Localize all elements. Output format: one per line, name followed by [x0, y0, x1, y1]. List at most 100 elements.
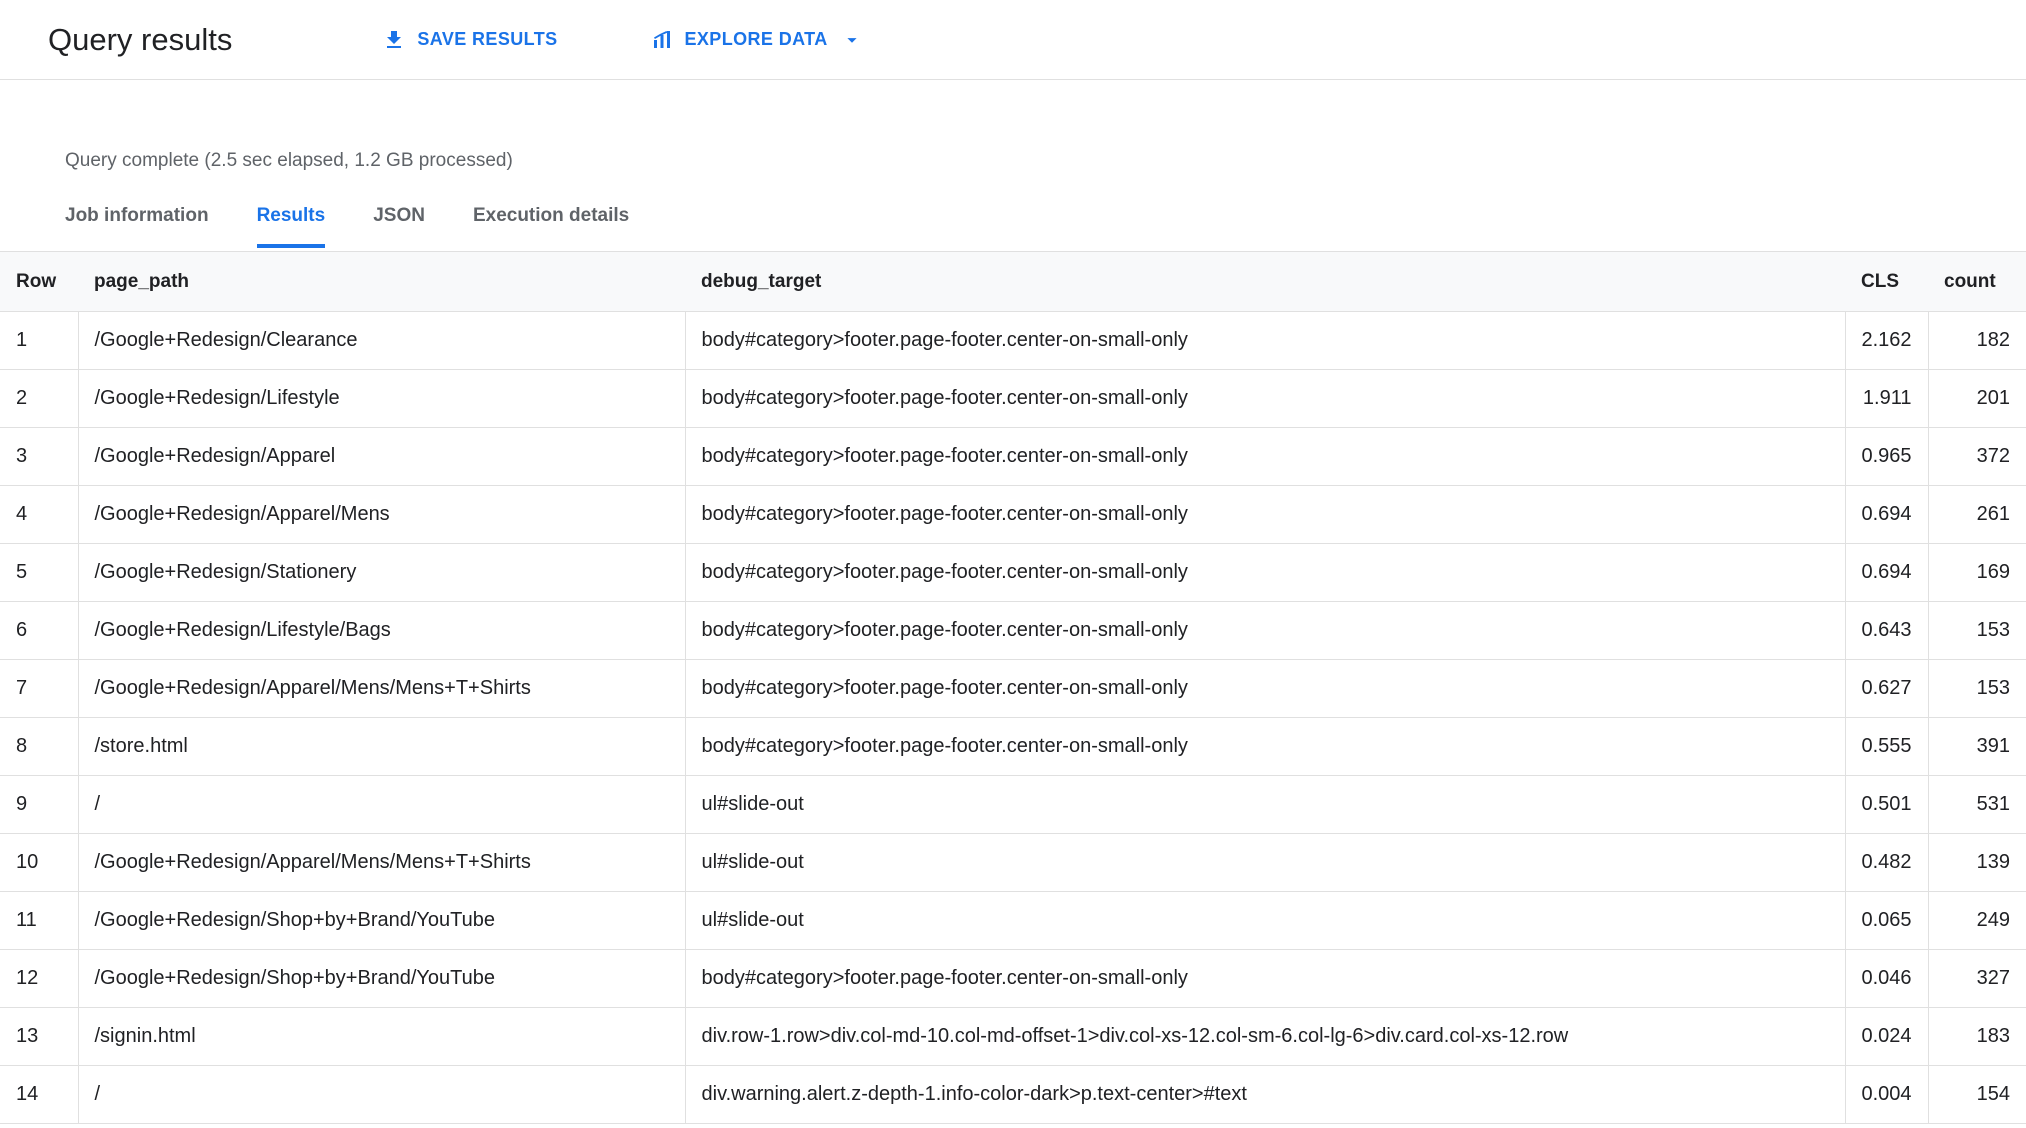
cell-count: 154 — [1928, 1065, 2026, 1124]
results-table-body: 1/Google+Redesign/Clearance body#category… — [0, 311, 2026, 1124]
cell-cls: 0.965 — [1845, 427, 1929, 486]
cell-page-path: /Google+Redesign/Shop+by+Brand/YouTube — [78, 891, 686, 950]
cell-row-number: 12 — [0, 949, 79, 1008]
cell-cls: 0.501 — [1845, 775, 1929, 834]
cell-row-number: 14 — [0, 1065, 79, 1124]
cell-page-path: /Google+Redesign/Stationery — [78, 543, 686, 602]
table-row: 3/Google+Redesign/Apparel body#category>f… — [0, 427, 2026, 486]
table-row: 8/store.html body#category>footer.page-fo… — [0, 717, 2026, 776]
cell-debug-target: body#category>footer.page-footer.center-… — [685, 717, 1846, 776]
explore-data-button[interactable]: EXPLORE DATA — [650, 28, 863, 52]
cell-row-number: 6 — [0, 601, 79, 660]
cell-page-path: /Google+Redesign/Apparel/Mens — [78, 485, 686, 544]
download-icon — [382, 28, 406, 52]
cell-count: 183 — [1928, 1007, 2026, 1066]
cell-debug-target: body#category>footer.page-footer.center-… — [685, 427, 1846, 486]
table-row: 9/ul#slide-out 0.501 531 — [0, 775, 2026, 834]
cell-debug-target: body#category>footer.page-footer.center-… — [685, 485, 1846, 544]
cell-count: 139 — [1928, 833, 2026, 892]
column-header-page-path: page_path — [78, 251, 685, 312]
tab-execution-details[interactable]: Execution details — [473, 205, 629, 248]
table-row: 10/Google+Redesign/Apparel/Mens/Mens+T+S… — [0, 833, 2026, 892]
table-row: 2/Google+Redesign/Lifestyle body#category… — [0, 369, 2026, 428]
cell-debug-target: div.warning.alert.z-depth-1.info-color-d… — [685, 1065, 1846, 1124]
cell-cls: 0.004 — [1845, 1065, 1929, 1124]
cell-page-path: / — [78, 1065, 686, 1124]
cell-cls: 0.024 — [1845, 1007, 1929, 1066]
explore-data-label: EXPLORE DATA — [684, 29, 828, 49]
cell-debug-target: body#category>footer.page-footer.center-… — [685, 601, 1846, 660]
cell-row-number: 10 — [0, 833, 79, 892]
cell-row-number: 3 — [0, 427, 79, 486]
cell-cls: 0.694 — [1845, 485, 1929, 544]
cell-page-path: /Google+Redesign/Lifestyle/Bags — [78, 601, 686, 660]
table-row: 7/Google+Redesign/Apparel/Mens/Mens+T+Sh… — [0, 659, 2026, 718]
cell-page-path: /signin.html — [78, 1007, 686, 1066]
cell-count: 531 — [1928, 775, 2026, 834]
cell-row-number: 2 — [0, 369, 79, 428]
cell-row-number: 5 — [0, 543, 79, 602]
cell-row-number: 11 — [0, 891, 79, 950]
cell-page-path: /Google+Redesign/Apparel — [78, 427, 686, 486]
table-row: 5/Google+Redesign/Stationery body#categor… — [0, 543, 2026, 602]
save-results-label: SAVE RESULTS — [417, 29, 558, 49]
cell-count: 153 — [1928, 659, 2026, 718]
column-header-row: Row — [0, 251, 78, 312]
table-row: 14/div.warning.alert.z-depth-1.info-colo… — [0, 1065, 2026, 1124]
cell-row-number: 9 — [0, 775, 79, 834]
column-header-cls: CLS — [1845, 251, 1928, 312]
cell-cls: 0.482 — [1845, 833, 1929, 892]
cell-count: 327 — [1928, 949, 2026, 1008]
table-row: 1/Google+Redesign/Clearance body#category… — [0, 311, 2026, 370]
results-table-head: Row page_path debug_target CLS count — [0, 251, 2026, 312]
cell-cls: 1.911 — [1845, 369, 1929, 428]
results-table: Row page_path debug_target CLS count 1/G… — [0, 251, 2026, 1124]
cell-count: 372 — [1928, 427, 2026, 486]
cell-page-path: /Google+Redesign/Clearance — [78, 311, 686, 370]
cell-debug-target: ul#slide-out — [685, 833, 1846, 892]
cell-count: 391 — [1928, 717, 2026, 776]
tab-job-information[interactable]: Job information — [65, 205, 209, 248]
column-header-debug-target: debug_target — [685, 251, 1845, 312]
tab-json[interactable]: JSON — [373, 205, 425, 248]
cell-page-path: /Google+Redesign/Lifestyle — [78, 369, 686, 428]
cell-count: 182 — [1928, 311, 2026, 370]
page-title: Query results — [48, 21, 233, 57]
cell-row-number: 4 — [0, 485, 79, 544]
table-row: 6/Google+Redesign/Lifestyle/Bags body#cat… — [0, 601, 2026, 660]
cell-debug-target: ul#slide-out — [685, 775, 1846, 834]
cell-page-path: /Google+Redesign/Apparel/Mens/Mens+T+Shi… — [78, 833, 686, 892]
table-row: 12/Google+Redesign/Shop+by+Brand/YouTube… — [0, 949, 2026, 1008]
save-results-button[interactable]: SAVE RESULTS — [382, 28, 557, 52]
cell-count: 261 — [1928, 485, 2026, 544]
cell-debug-target: ul#slide-out — [685, 891, 1846, 950]
cell-count: 169 — [1928, 543, 2026, 602]
cell-row-number: 7 — [0, 659, 79, 718]
cell-debug-target: body#category>footer.page-footer.center-… — [685, 311, 1846, 370]
cell-debug-target: body#category>footer.page-footer.center-… — [685, 659, 1846, 718]
tabs-bar: Job information Results JSON Execution d… — [65, 205, 2026, 248]
cell-count: 201 — [1928, 369, 2026, 428]
table-row: 4/Google+Redesign/Apparel/Mens body#categ… — [0, 485, 2026, 544]
cell-cls: 0.627 — [1845, 659, 1929, 718]
cell-cls: 0.555 — [1845, 717, 1929, 776]
cell-count: 153 — [1928, 601, 2026, 660]
table-row: 11/Google+Redesign/Shop+by+Brand/YouTube… — [0, 891, 2026, 950]
tab-results[interactable]: Results — [256, 205, 326, 248]
cell-cls: 0.643 — [1845, 601, 1929, 660]
cell-page-path: /store.html — [78, 717, 686, 776]
cell-row-number: 13 — [0, 1007, 79, 1066]
cell-cls: 0.065 — [1845, 891, 1929, 950]
cell-page-path: / — [78, 775, 686, 834]
query-results-header: Query results SAVE RESULTS EXPLORE DATA — [0, 0, 2026, 80]
explore-data-icon — [650, 28, 674, 52]
cell-cls: 0.046 — [1845, 949, 1929, 1008]
query-status-text: Query complete (2.5 sec elapsed, 1.2 GB … — [65, 150, 513, 171]
cell-debug-target: body#category>footer.page-footer.center-… — [685, 369, 1846, 428]
table-row: 13/signin.html div.row-1.row>div.col-md-1… — [0, 1007, 2026, 1066]
cell-debug-target: body#category>footer.page-footer.center-… — [685, 949, 1846, 1008]
cell-debug-target: div.row-1.row>div.col-md-10.col-md-offse… — [685, 1007, 1846, 1066]
cell-count: 249 — [1928, 891, 2026, 950]
cell-row-number: 8 — [0, 717, 79, 776]
cell-cls: 2.162 — [1845, 311, 1929, 370]
